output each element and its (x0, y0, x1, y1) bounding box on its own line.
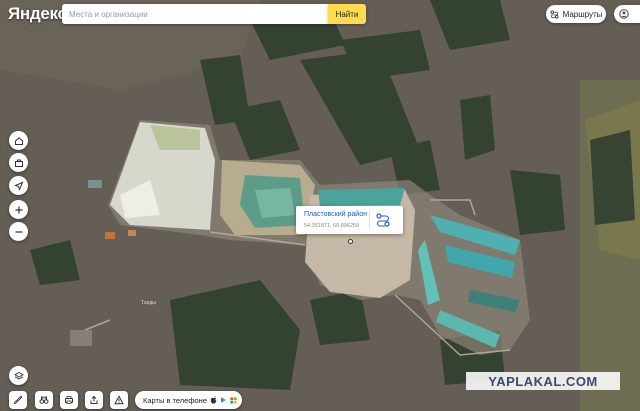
printer-icon (65, 396, 73, 404)
zoom-out-button[interactable] (9, 222, 28, 241)
layers-icon (13, 371, 24, 380)
search-box[interactable] (62, 4, 328, 25)
report-button[interactable] (110, 391, 128, 409)
warning-icon (114, 395, 124, 405)
routes-button[interactable]: Маршруты (546, 5, 606, 23)
user-icon (619, 9, 629, 19)
routes-label: Маршруты (562, 9, 603, 19)
windows-icon (230, 396, 237, 404)
maps-in-phone-button[interactable]: Карты в телефоне (135, 391, 242, 409)
user-button[interactable] (614, 5, 640, 23)
yandex-logo[interactable]: Яндекс (8, 4, 67, 24)
share-icon (90, 395, 98, 404)
phone-label: Карты в телефоне (143, 395, 207, 405)
print-button[interactable] (60, 391, 78, 409)
location-popup[interactable]: Пластовский район 54.351871, 60.896259 (296, 206, 403, 234)
find-button[interactable]: Найти (328, 4, 366, 24)
ruler-button[interactable] (9, 391, 27, 409)
ruler-icon (13, 395, 23, 405)
location-arrow-icon (13, 181, 23, 191)
work-button[interactable] (9, 153, 28, 172)
top-bar: Яндекс Найти Маршруты (0, 0, 640, 30)
popup-coordinates: 54.351871, 60.896259 (304, 223, 360, 229)
minus-icon (15, 230, 22, 233)
watermark: YAPLAKAL.COM (466, 372, 620, 390)
zoom-in-button[interactable] (9, 200, 28, 219)
home-button[interactable] (9, 131, 28, 150)
apple-icon (210, 396, 217, 404)
town-label: Танды (141, 300, 156, 306)
search-input[interactable] (62, 4, 319, 25)
my-location-button[interactable] (9, 176, 28, 195)
popup-divider (369, 210, 370, 230)
route-icon (550, 9, 559, 19)
briefcase-icon (14, 159, 23, 167)
build-route-icon[interactable] (375, 212, 391, 228)
share-button[interactable] (85, 391, 103, 409)
panorama-button[interactable] (35, 391, 53, 409)
location-pin[interactable] (348, 239, 353, 244)
binoculars-icon (39, 396, 49, 404)
layers-button[interactable] (9, 366, 28, 385)
plus-icon (15, 206, 22, 213)
google-play-icon (221, 397, 226, 403)
home-icon (14, 136, 23, 145)
popup-title[interactable]: Пластовский район (304, 211, 367, 218)
